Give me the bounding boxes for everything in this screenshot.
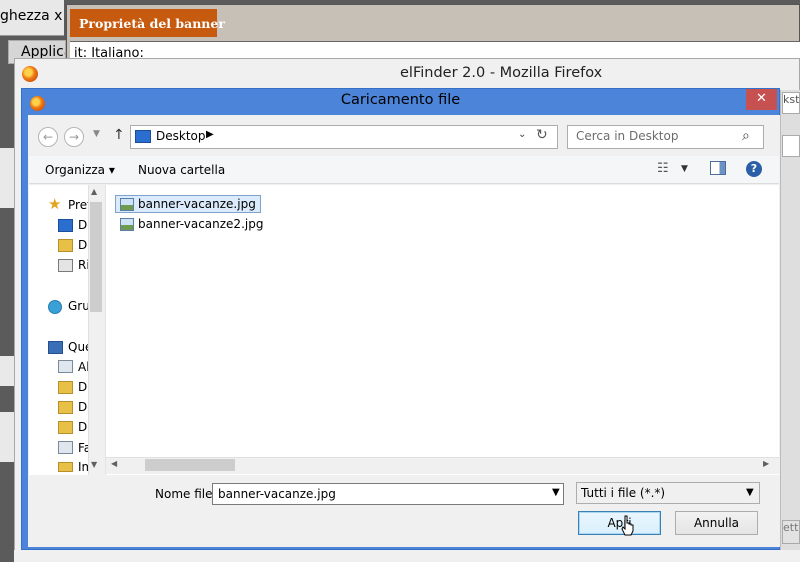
cancel-button[interactable]: Annulla (675, 511, 758, 535)
homegroup-icon (48, 300, 62, 314)
preview-pane-icon[interactable] (710, 161, 726, 175)
pictures-folder-icon (58, 462, 73, 472)
new-folder-button[interactable]: Nuova cartella (138, 163, 225, 177)
firefox-right-field[interactable]: kstc (782, 92, 800, 114)
back-arrow-icon[interactable]: ← (38, 127, 58, 147)
background-left-panel (0, 148, 14, 208)
this-pc-icon (48, 341, 63, 354)
desktop-icon (58, 219, 73, 232)
firefox-right-field-2[interactable] (782, 135, 800, 157)
breadcrumb-chevron-icon[interactable]: ▶ (206, 129, 214, 140)
forward-arrow-icon[interactable]: → (64, 127, 84, 147)
scroll-up-icon[interactable]: ▲ (91, 187, 97, 196)
filename-dropdown-icon[interactable]: ▼ (552, 487, 560, 498)
downloads-folder-icon (58, 421, 73, 434)
help-icon[interactable]: ? (746, 161, 762, 177)
scroll-right-icon[interactable]: ▶ (763, 459, 769, 468)
star-icon: ★ (48, 195, 62, 213)
scroll-left-icon[interactable]: ◀ (111, 459, 117, 468)
background-left-panel-3 (0, 412, 14, 462)
file-list-scrollbar-thumb[interactable] (145, 459, 235, 471)
filename-label: Nome file: (155, 487, 217, 501)
view-options-dropdown-icon[interactable]: ▼ (681, 164, 688, 174)
scroll-down-icon[interactable]: ▼ (91, 460, 97, 469)
organize-menu-button[interactable]: Organizza ▾ (45, 163, 115, 177)
open-button[interactable]: Apri (578, 511, 661, 535)
file-item[interactable]: banner-vacanze.jpg (115, 195, 261, 213)
refresh-icon[interactable]: ↻ (536, 127, 548, 143)
firefox-right-button[interactable]: etta (782, 520, 800, 544)
dialog-close-button[interactable]: ✕ (746, 89, 777, 110)
image-file-icon (120, 218, 134, 231)
network-folder-icon (58, 360, 73, 373)
file-name: banner-vacanze2.jpg (138, 217, 264, 231)
background-left-panel-2 (0, 356, 14, 386)
favorites-folder-icon (58, 441, 73, 454)
recent-places-icon (58, 259, 73, 272)
banner-properties-title: Proprietà del banner (70, 9, 225, 37)
address-location[interactable]: Desktop (156, 129, 206, 143)
filetype-dropdown-icon[interactable]: ▼ (746, 487, 754, 498)
search-placeholder: Cerca in Desktop (576, 129, 679, 143)
file-item[interactable]: banner-vacanze2.jpg (116, 216, 267, 234)
filename-value[interactable]: banner-vacanze.jpg (218, 487, 336, 501)
desktop-icon (135, 130, 151, 143)
address-dropdown-icon[interactable]: ⌄ (518, 129, 526, 140)
nav-pane-scrollbar-thumb[interactable] (90, 202, 102, 312)
dialog-title: Caricamento file (340, 92, 461, 108)
firefox-right-content (780, 90, 800, 562)
firefox-bottom-area (14, 550, 800, 562)
search-icon[interactable]: ⌕ (742, 128, 750, 144)
file-name: banner-vacanze.jpg (138, 197, 256, 211)
firefox-window-title: elFinder 2.0 - Mozilla Firefox (400, 65, 603, 81)
documents-folder-icon (58, 401, 73, 414)
hand-cursor-icon (621, 515, 634, 536)
up-arrow-icon[interactable]: ↑ (113, 127, 125, 143)
firefox-logo-icon (22, 66, 38, 82)
recent-locations-chevron-icon[interactable]: ▼ (93, 129, 100, 139)
filetype-value[interactable]: Tutti i file (*.*) (581, 486, 665, 500)
desktop-folder-icon (58, 381, 73, 394)
image-file-icon (120, 198, 134, 211)
background-tab[interactable]: ghezza x (0, 0, 64, 36)
downloads-icon (58, 239, 73, 252)
change-view-icon[interactable]: ☷ (657, 161, 669, 176)
